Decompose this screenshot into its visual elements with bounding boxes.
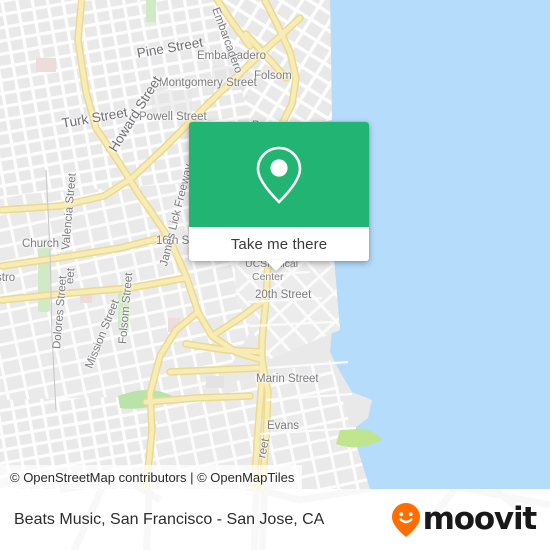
popup-pointer (265, 260, 287, 271)
moovit-wordmark: moovit (422, 501, 538, 537)
moovit-logo[interactable]: moovit (391, 501, 538, 538)
map-attribution[interactable]: © OpenStreetMap contributors | © OpenMap… (0, 465, 303, 489)
take-me-there-button[interactable]: Take me there (189, 227, 369, 261)
map-attribution-text: © OpenStreetMap contributors | © OpenMap… (10, 469, 295, 485)
moovit-smiley-pin-icon (391, 502, 420, 537)
place-popup-card[interactable]: Take me there (189, 122, 369, 261)
footer-bar: Beats Music, San Francisco - San Jose, C… (0, 489, 550, 550)
map-pin-icon (256, 146, 302, 204)
map-screenshot-page: Pine Street Embarcadero Embarcadero Folsom M… (0, 0, 550, 550)
map-canvas[interactable]: Pine Street Embarcadero Embarcadero Folsom M… (0, 0, 550, 489)
take-me-there-label: Take me there (230, 235, 328, 253)
popup-image (189, 122, 369, 227)
place-title: Beats Music, San Francisco - San Jose, C… (14, 510, 325, 528)
